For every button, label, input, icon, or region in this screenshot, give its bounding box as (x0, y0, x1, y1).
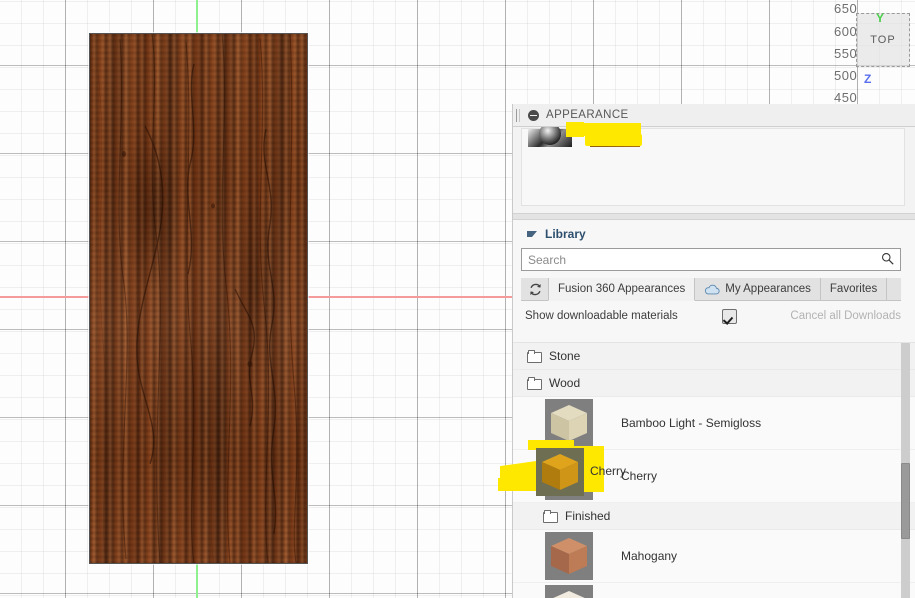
ruler-tick: 650 (834, 1, 858, 16)
appearance-panel[interactable]: APPEARANCE Library Fusion 360 Appea (512, 104, 915, 598)
panel-grip-icon[interactable] (514, 108, 524, 122)
library-search[interactable] (521, 248, 901, 271)
library-list-scrollbar-track[interactable] (901, 343, 910, 598)
tab-favorites[interactable]: Favorites (819, 278, 888, 300)
list-item-folder-finished[interactable]: Finished (513, 503, 915, 530)
library-section-header[interactable]: Library (513, 220, 915, 248)
cherry-label-overlay: Cherry (590, 464, 627, 478)
viewcube[interactable]: TOP Y Z -X (856, 11, 910, 86)
tab-label: My Appearances (725, 283, 811, 295)
list-item-folder-stone[interactable]: Stone (513, 343, 915, 370)
ruler-tick: 600 (834, 24, 858, 39)
show-downloadable-materials-row[interactable]: Show downloadable materials Cancel all D… (513, 301, 915, 331)
folder-label: Stone (549, 349, 581, 363)
material-swatch-metal[interactable] (528, 127, 572, 147)
material-swatch-wood[interactable] (590, 129, 640, 147)
list-item-material-mahogany[interactable]: Mahogany (513, 530, 915, 583)
folder-icon (527, 376, 542, 390)
library-title: Library (545, 227, 586, 241)
panel-divider (513, 213, 915, 220)
cherry-thumbnail-overlay[interactable] (536, 448, 584, 496)
axis-label-y: Y (876, 11, 885, 25)
refresh-icon[interactable] (521, 278, 549, 300)
wood-grain-figure (97, 34, 298, 563)
list-item-material-partial[interactable] (513, 583, 915, 598)
list-item-material-bamboo-light-semigloss[interactable]: Bamboo Light - Semigloss (513, 397, 915, 450)
library-tabs[interactable]: Fusion 360 Appearances My Appearances Fa… (521, 278, 901, 301)
in-this-design-swatch-area[interactable] (521, 127, 905, 206)
ruler-tick: 450 (834, 90, 858, 105)
tab-label: Favorites (829, 283, 878, 295)
search-input[interactable] (522, 250, 900, 269)
show-downloadable-materials-checkbox[interactable] (721, 308, 737, 324)
in-this-design-section[interactable] (513, 127, 915, 213)
material-label: Mahogany (621, 549, 678, 563)
material-thumbnail (545, 399, 593, 447)
material-thumbnail (545, 532, 593, 580)
material-label: Bamboo Light - Semigloss (621, 416, 762, 430)
cancel-all-downloads-button[interactable]: Cancel all Downloads (790, 310, 901, 322)
tab-fusion-360-appearances[interactable]: Fusion 360 Appearances (548, 278, 696, 301)
show-downloadable-materials-label: Show downloadable materials (525, 310, 678, 322)
folder-label: Finished (565, 509, 611, 523)
ruler-tick: 550 (834, 46, 858, 61)
material-thumbnail (545, 585, 593, 598)
library-list-scrollbar-thumb[interactable] (901, 463, 910, 539)
folder-icon (543, 509, 558, 523)
minus-circle-icon[interactable] (528, 109, 539, 121)
wood-board-body[interactable] (89, 33, 308, 564)
caret-down-icon[interactable] (527, 231, 537, 237)
viewcube-area[interactable]: 650 600 550 500 450 TOP Y Z -X (830, 0, 915, 105)
panel-title: APPEARANCE (546, 109, 629, 121)
ruler-tick: 500 (834, 68, 858, 83)
cloud-icon (705, 284, 720, 294)
material-label: Cherry (621, 469, 658, 483)
tab-my-appearances[interactable]: My Appearances (694, 278, 821, 300)
axis-label-z: Z (864, 72, 872, 86)
folder-label: Wood (549, 376, 581, 390)
appearance-panel-header[interactable]: APPEARANCE (513, 104, 915, 127)
tab-label: Fusion 360 Appearances (558, 283, 686, 295)
list-item-folder-wood[interactable]: Wood (513, 370, 915, 397)
folder-icon (527, 349, 542, 363)
search-icon[interactable] (881, 252, 894, 265)
